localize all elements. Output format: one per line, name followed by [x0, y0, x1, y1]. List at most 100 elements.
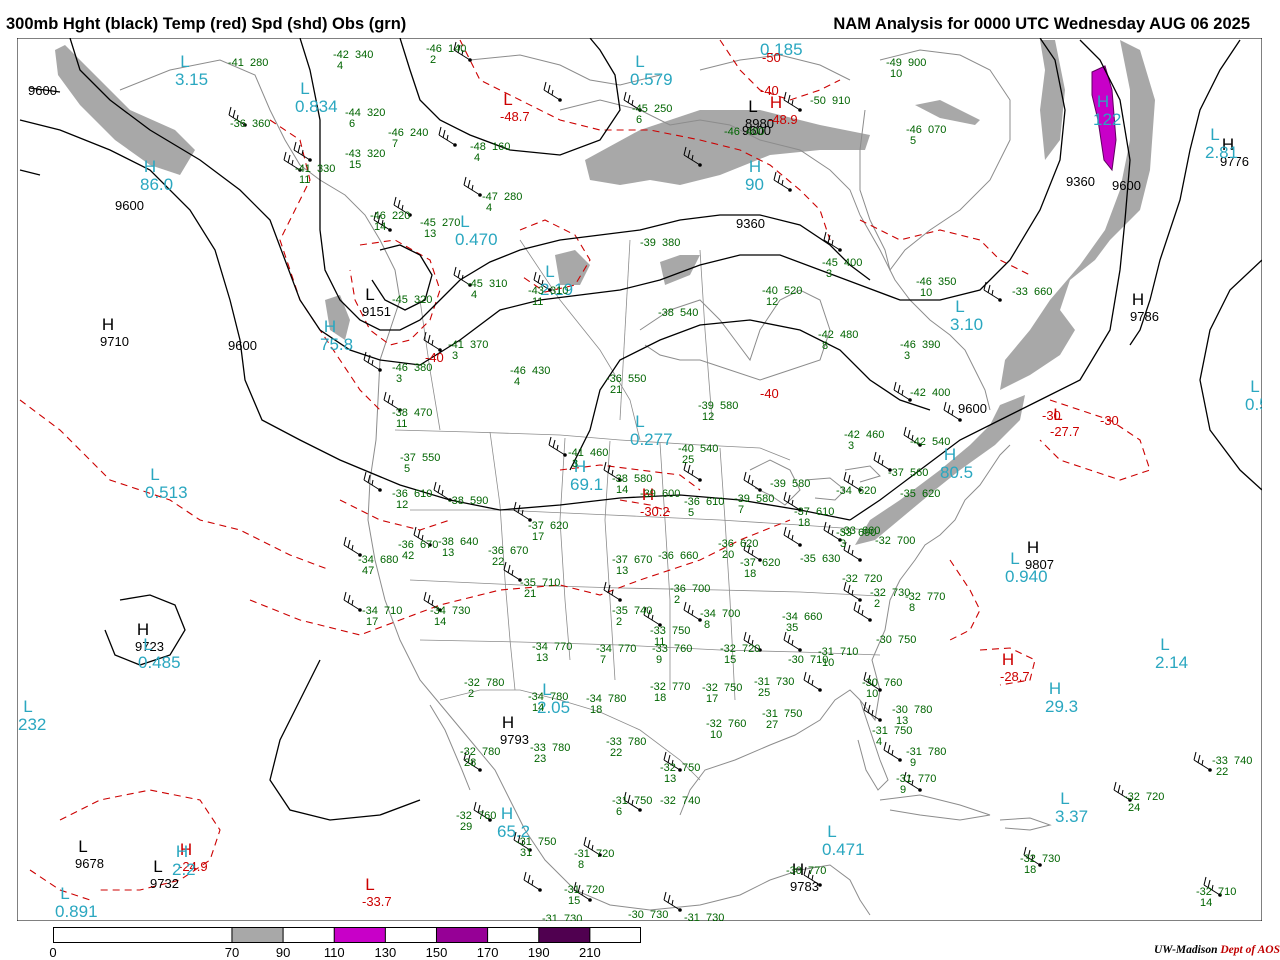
speed-center-symbol: H [144, 157, 156, 176]
obs-dewpoint-depression: 9 [656, 654, 662, 666]
obs-dewpoint-depression: 5 [910, 135, 916, 147]
obs-dewpoint-depression: 17 [706, 693, 718, 705]
speed-center-value: 80.5 [940, 463, 973, 482]
obs-dewpoint-depression: 11 [396, 418, 407, 430]
obs-height: 610 [706, 496, 724, 508]
obs-height: 620 [762, 557, 780, 569]
obs-height: 770 [554, 641, 572, 653]
colorbar-bin [435, 927, 489, 943]
obs-height: 320 [367, 107, 385, 119]
height-contour-label: 9600 [1112, 178, 1141, 193]
obs-height: 160 [492, 141, 510, 153]
obs-dewpoint-depression: 7 [392, 138, 398, 150]
colorbar-tick-label: 0 [49, 945, 57, 960]
speed-center-symbol: H [176, 842, 188, 861]
obs-dewpoint-depression: 24 [1128, 802, 1140, 814]
obs-temp: -32 [875, 535, 891, 547]
obs-temp: -39 [640, 237, 656, 249]
obs-temp: -45 [392, 294, 408, 306]
height-contour-label: 9600 [115, 198, 144, 213]
obs-dewpoint-depression: 2 [674, 594, 680, 606]
obs-height: 660 [680, 550, 698, 562]
obs-temp: -31 [542, 913, 558, 921]
obs-temp: -36 [658, 550, 674, 562]
obs-height: 400 [844, 257, 862, 269]
speed-center-symbol: H [501, 804, 513, 823]
obs-dewpoint-depression: 18 [798, 517, 810, 529]
obs-dewpoint-depression: 11 [299, 174, 310, 186]
credit-org: UW-Madison [1154, 944, 1218, 956]
obs-dewpoint-depression: 9 [900, 784, 906, 796]
obs-height: 730 [564, 913, 582, 921]
obs-height: 580 [756, 493, 774, 505]
obs-height: 270 [442, 217, 460, 229]
center-value: -48.7 [500, 109, 530, 124]
obs-dewpoint-depression: 12 [396, 499, 408, 511]
speed-center-value: 0.5 [1245, 395, 1262, 414]
colorbar-tick-label: 110 [323, 945, 345, 960]
obs-dewpoint-depression: 10 [890, 68, 902, 80]
center-value: -28.7 [1000, 669, 1030, 684]
speed-center-value: 0.485 [138, 653, 181, 672]
obs-height: 710 [384, 605, 402, 617]
obs-height: 540 [932, 436, 950, 448]
obs-dewpoint-depression: 31 [520, 847, 532, 859]
obs-height: 620 [858, 485, 876, 497]
obs-height: 590 [470, 495, 488, 507]
height-contour-label: 9360 [736, 216, 765, 231]
speed-center-symbol: L [635, 412, 644, 431]
center-symbol: L [503, 90, 512, 109]
obs-temp: -30 [876, 634, 892, 646]
obs-height: 680 [380, 554, 398, 566]
colorbar-tick-label: 130 [374, 945, 397, 960]
center-symbol: H [502, 713, 514, 732]
obs-dewpoint-depression: 3 [826, 268, 832, 280]
speed-center-symbol: L [150, 465, 159, 484]
obs-dewpoint-depression: 35 [786, 622, 798, 634]
obs-dewpoint-depression: 8 [578, 859, 584, 871]
obs-height: 580 [634, 473, 652, 485]
colorbar-bin [333, 927, 386, 943]
obs-height: 770 [672, 681, 690, 693]
center-symbol: L [78, 837, 87, 856]
obs-dewpoint-depression: 14 [434, 616, 446, 628]
obs-dewpoint-depression: 8 [822, 340, 828, 352]
obs-height: 770 [808, 865, 826, 877]
obs-dewpoint-depression: 3 [848, 440, 854, 452]
obs-dewpoint-depression: 5 [404, 463, 410, 475]
speed-center-symbol: L [827, 822, 836, 841]
obs-height: 910 [832, 95, 850, 107]
obs-height: 720 [864, 573, 882, 585]
obs-height: 660 [1034, 286, 1052, 298]
speed-center-value: 3.15 [175, 70, 208, 89]
obs-dewpoint-depression: 18 [1024, 864, 1036, 876]
obs-dewpoint-depression: 13 [664, 773, 676, 785]
obs-dewpoint-depression: 3 [572, 458, 578, 470]
obs-temp: -35 [800, 553, 816, 565]
obs-dewpoint-depression: 18 [590, 704, 602, 716]
center-symbol: H [1027, 538, 1039, 557]
obs-height: 670 [510, 545, 528, 557]
obs-height: 640 [460, 536, 478, 548]
obs-height: 370 [470, 339, 488, 351]
speed-center-value: 232 [18, 715, 46, 734]
speed-center-value: 122 [1093, 110, 1121, 129]
speed-center-symbol: L [180, 52, 189, 71]
obs-height: 470 [414, 407, 432, 419]
obs-dewpoint-depression: 22 [492, 556, 504, 568]
center-value: 9151 [362, 304, 391, 319]
center-value: -33.7 [362, 894, 392, 909]
speed-center-symbol: L [300, 79, 309, 98]
obs-dewpoint-depression: 29 [460, 821, 472, 833]
obs-dewpoint-depression: 3 [904, 350, 910, 362]
obs-height: 700 [722, 608, 740, 620]
obs-dewpoint-depression: 2 [616, 616, 622, 628]
obs-dewpoint-depression: 17 [366, 616, 378, 628]
obs-height: 730 [1042, 853, 1060, 865]
obs-dewpoint-depression: 7 [738, 504, 744, 516]
obs-height: 720 [742, 643, 760, 655]
obs-height: 750 [784, 708, 802, 720]
speed-center-symbol: L [60, 884, 69, 903]
speed-center-symbol: H [324, 317, 336, 336]
obs-height: 730 [776, 676, 794, 688]
